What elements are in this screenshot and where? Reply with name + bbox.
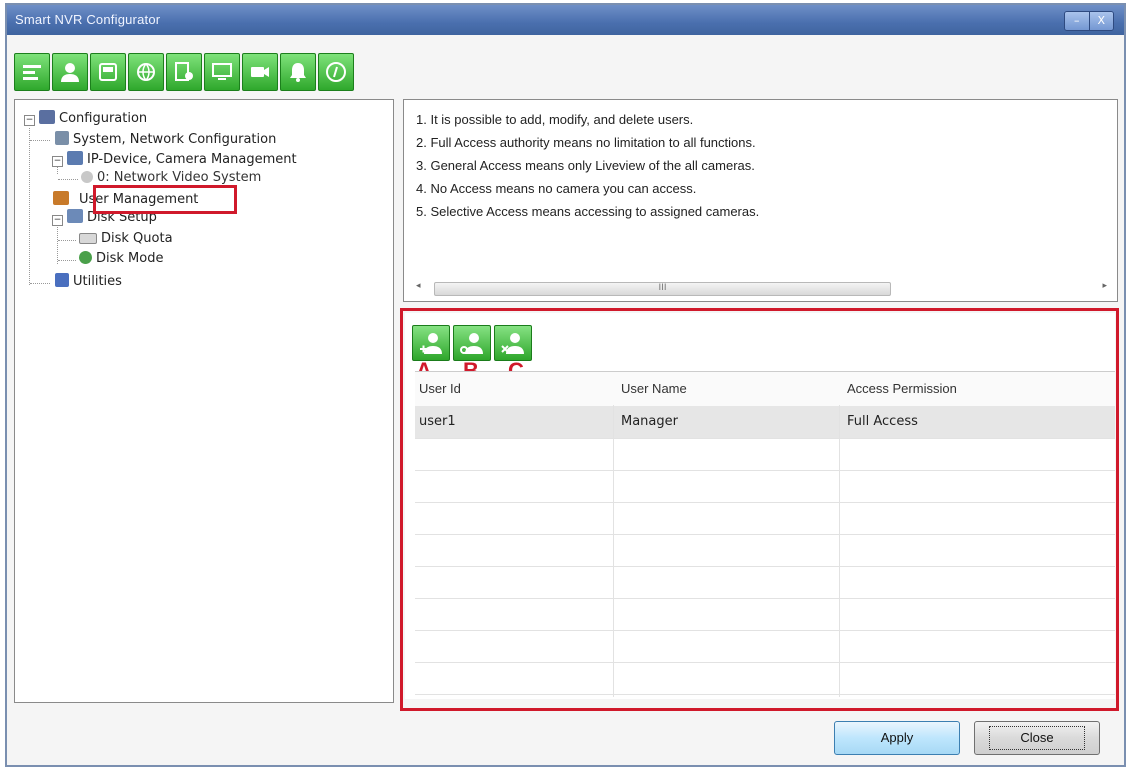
info-line: 1. It is possible to add, modify, and de… [416, 112, 694, 127]
apply-button[interactable]: Apply [834, 721, 960, 755]
users-icon [53, 191, 69, 205]
info-panel: 1. It is possible to add, modify, and de… [403, 99, 1118, 302]
device-icon[interactable] [166, 53, 202, 91]
tree-item-disk-quota[interactable]: Disk Quota [79, 231, 173, 246]
expand-configuration[interactable]: − [24, 115, 35, 126]
info-line: 4. No Access means no camera you can acc… [416, 181, 697, 196]
info-line: 3. General Access means only Liveview of… [416, 158, 755, 173]
main-toolbar [14, 53, 354, 93]
window-title: Smart NVR Configurator [15, 12, 161, 27]
disk-setup-icon [67, 209, 83, 223]
expand-ip-device[interactable]: − [52, 156, 63, 167]
disk-icon[interactable] [90, 53, 126, 91]
tree-item-disk-mode[interactable]: Disk Mode [79, 251, 163, 266]
user-panel-highlight [400, 308, 1119, 711]
utilities-icon [55, 273, 69, 287]
tree-item-utilities[interactable]: Utilities [55, 273, 122, 289]
scroll-thumb[interactable]: III [434, 282, 891, 296]
tree-item-system-network[interactable]: System, Network Configuration [55, 131, 276, 147]
close-button-label: Close [989, 726, 1085, 750]
info-icon[interactable] [318, 53, 354, 91]
network-icon[interactable] [128, 53, 164, 91]
info-line: 2. Full Access authority means no limita… [416, 135, 756, 150]
config-icon[interactable] [14, 53, 50, 91]
info-line: 5. Selective Access means accessing to a… [416, 204, 760, 219]
horizontal-scrollbar[interactable]: ◂ III ▸ [414, 281, 1107, 296]
camera-icon[interactable] [242, 53, 278, 91]
title-bar[interactable]: Smart NVR Configurator – X [7, 5, 1124, 35]
expand-disk-setup[interactable]: − [52, 215, 63, 226]
scroll-left-icon[interactable]: ◂ [416, 281, 421, 291]
configuration-icon [39, 110, 55, 124]
user-management-highlight [93, 185, 237, 214]
close-window-button[interactable]: X [1088, 12, 1113, 30]
alarm-bell-icon[interactable] [280, 53, 316, 91]
user-icon[interactable] [52, 53, 88, 91]
disk-quota-icon [79, 233, 97, 244]
minimize-button[interactable]: – [1065, 12, 1089, 30]
tree-item-configuration[interactable]: Configuration [39, 110, 147, 126]
tree-item-network-video-system[interactable]: 0: Network Video System [81, 170, 261, 185]
window-controls: – X [1064, 11, 1114, 31]
tree-item-ip-device[interactable]: IP-Device, Camera Management [67, 151, 297, 167]
scroll-right-icon[interactable]: ▸ [1102, 281, 1107, 291]
camera-icon [67, 151, 83, 165]
video-system-icon [81, 171, 93, 183]
monitor-icon[interactable] [204, 53, 240, 91]
network-icon [55, 131, 69, 145]
close-button[interactable]: Close [974, 721, 1100, 755]
disk-mode-icon [79, 251, 92, 264]
